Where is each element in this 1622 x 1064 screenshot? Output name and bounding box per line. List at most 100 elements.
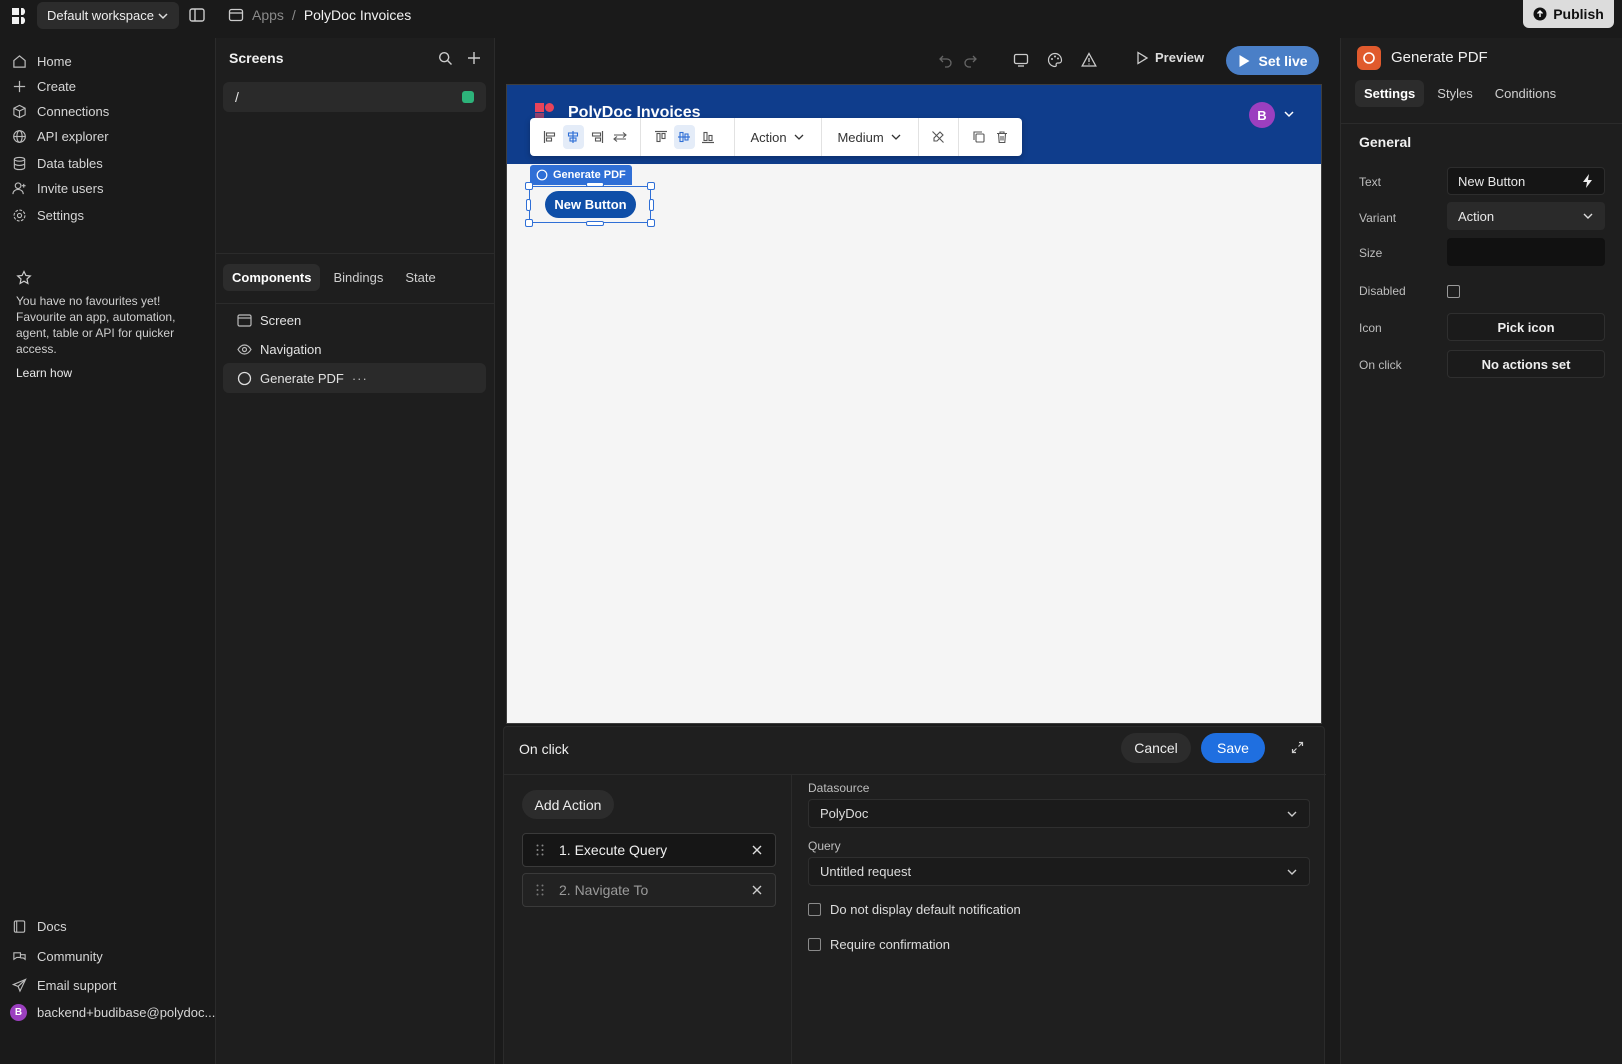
duplicate-icon[interactable] <box>968 125 989 149</box>
pick-icon-button[interactable]: Pick icon <box>1447 313 1605 341</box>
avatar[interactable]: B <box>1249 102 1275 128</box>
tab-settings[interactable]: Settings <box>1355 80 1425 107</box>
save-button[interactable]: Save <box>1201 733 1265 763</box>
stretch-horizontal-icon[interactable] <box>610 125 631 149</box>
nav-item-community[interactable]: Community <box>12 945 103 967</box>
nav-item-create[interactable]: Create <box>12 75 76 97</box>
screen-list-item[interactable]: / <box>223 82 486 112</box>
disabled-checkbox[interactable] <box>1447 285 1460 298</box>
nav-item-settings[interactable]: Settings <box>12 204 84 226</box>
resize-handle[interactable] <box>586 221 604 226</box>
resize-handle[interactable] <box>525 219 533 227</box>
send-icon <box>12 977 27 993</box>
tab-styles[interactable]: Styles <box>1428 80 1481 107</box>
redo-icon[interactable] <box>962 52 978 68</box>
text-input[interactable]: New Button <box>1447 167 1605 195</box>
publish-button[interactable]: Publish <box>1523 0 1614 28</box>
resize-handle[interactable] <box>647 182 655 190</box>
resize-handle[interactable] <box>647 219 655 227</box>
nav-item-api-explorer[interactable]: API explorer <box>12 125 109 147</box>
divider <box>958 118 959 156</box>
divider <box>216 253 495 254</box>
size-select[interactable] <box>1447 238 1605 266</box>
budibase-logo-icon[interactable] <box>10 6 30 26</box>
warning-icon[interactable] <box>1081 52 1097 68</box>
tree-item-navigation[interactable]: Navigation <box>223 334 486 364</box>
screen-route: / <box>235 89 239 105</box>
tree-item-screen[interactable]: Screen <box>223 305 486 335</box>
resize-handle[interactable] <box>649 199 654 211</box>
drag-handle-icon[interactable] <box>535 883 545 897</box>
nav-item-invite-users[interactable]: Invite users <box>12 177 103 199</box>
breadcrumb-apps[interactable]: Apps <box>252 7 284 23</box>
expand-icon[interactable] <box>1291 741 1304 754</box>
require-confirmation-checkbox[interactable] <box>808 938 821 951</box>
preview-button[interactable]: Preview <box>1135 50 1204 65</box>
learn-how-link[interactable]: Learn how <box>16 366 72 380</box>
nav-item-data-tables[interactable]: Data tables <box>12 152 103 174</box>
new-button[interactable]: New Button <box>545 191 636 218</box>
no-notification-checkbox[interactable] <box>808 903 821 916</box>
component-name[interactable]: Generate PDF <box>1391 49 1488 66</box>
home-icon <box>13 54 26 68</box>
nav-item-label: Community <box>37 948 103 964</box>
tab-bindings[interactable]: Bindings <box>324 264 392 291</box>
resize-handle[interactable] <box>525 182 533 190</box>
tree-item-generate-pdf[interactable]: Generate PDF ··· <box>223 363 486 393</box>
trash-icon[interactable] <box>992 125 1013 149</box>
align-center-icon[interactable] <box>563 125 584 149</box>
set-live-button[interactable]: Set live <box>1226 46 1319 75</box>
drag-handle-icon[interactable] <box>535 843 545 857</box>
tab-state[interactable]: State <box>396 264 444 291</box>
resize-handle[interactable] <box>586 182 604 187</box>
canvas-toolbar <box>495 38 1332 82</box>
nav-item-home[interactable]: Home <box>12 50 72 72</box>
require-confirmation-option[interactable]: Require confirmation <box>808 937 950 952</box>
action-list-item[interactable]: 1. Execute Query <box>522 833 776 867</box>
sidebar-toggle-icon[interactable] <box>188 6 206 24</box>
workspace-selector[interactable]: Default workspace <box>37 2 179 29</box>
reset-styles-icon[interactable] <box>928 125 949 149</box>
user-account[interactable]: B backend+budibase@polydoc.... <box>10 1004 219 1021</box>
close-icon[interactable] <box>751 844 763 856</box>
size-select[interactable]: Medium <box>829 130 909 145</box>
nav-item-docs[interactable]: Docs <box>12 915 67 937</box>
palette-icon[interactable] <box>1047 52 1063 68</box>
search-icon[interactable] <box>438 51 453 66</box>
align-bottom-icon[interactable] <box>698 125 719 149</box>
resize-handle[interactable] <box>526 199 531 211</box>
action-list-item[interactable]: 2. Navigate To <box>522 873 776 907</box>
tab-conditions[interactable]: Conditions <box>1486 80 1565 107</box>
lightning-icon[interactable] <box>1582 174 1594 188</box>
nav-item-email-support[interactable]: Email support <box>12 974 116 996</box>
device-preview-icon[interactable] <box>1013 52 1029 68</box>
nav-item-label: Email support <box>37 977 117 993</box>
selected-component-label[interactable]: Generate PDF <box>530 165 632 185</box>
add-screen-icon[interactable] <box>466 50 482 66</box>
add-action-button[interactable]: Add Action <box>522 790 614 819</box>
variant-select[interactable]: Action <box>1447 202 1605 230</box>
query-select[interactable]: Untitled request <box>808 857 1310 886</box>
datasource-select[interactable]: PolyDoc <box>808 799 1310 828</box>
no-notification-option[interactable]: Do not display default notification <box>808 902 1021 917</box>
nav-item-connections[interactable]: Connections <box>12 100 109 122</box>
align-middle-icon[interactable] <box>674 125 695 149</box>
align-right-icon[interactable] <box>587 125 608 149</box>
on-click-actions-button[interactable]: No actions set <box>1447 350 1605 378</box>
close-icon[interactable] <box>751 884 763 896</box>
nav-item-label: Create <box>37 78 77 94</box>
tab-components[interactable]: Components <box>223 264 321 291</box>
app-window-icon <box>228 8 244 22</box>
undo-icon[interactable] <box>938 52 954 68</box>
divider <box>733 118 735 156</box>
circle-icon <box>536 169 548 181</box>
align-top-icon[interactable] <box>650 125 671 149</box>
breadcrumb-current: PolyDoc Invoices <box>303 7 412 23</box>
cancel-button[interactable]: Cancel <box>1121 733 1191 763</box>
more-options-icon[interactable]: ··· <box>352 371 368 386</box>
variant-select[interactable]: Action <box>742 130 812 145</box>
tree-item-label: Screen <box>260 312 302 328</box>
chevron-down-icon[interactable] <box>1282 107 1296 121</box>
align-left-icon[interactable] <box>540 125 561 149</box>
divider <box>820 118 822 156</box>
